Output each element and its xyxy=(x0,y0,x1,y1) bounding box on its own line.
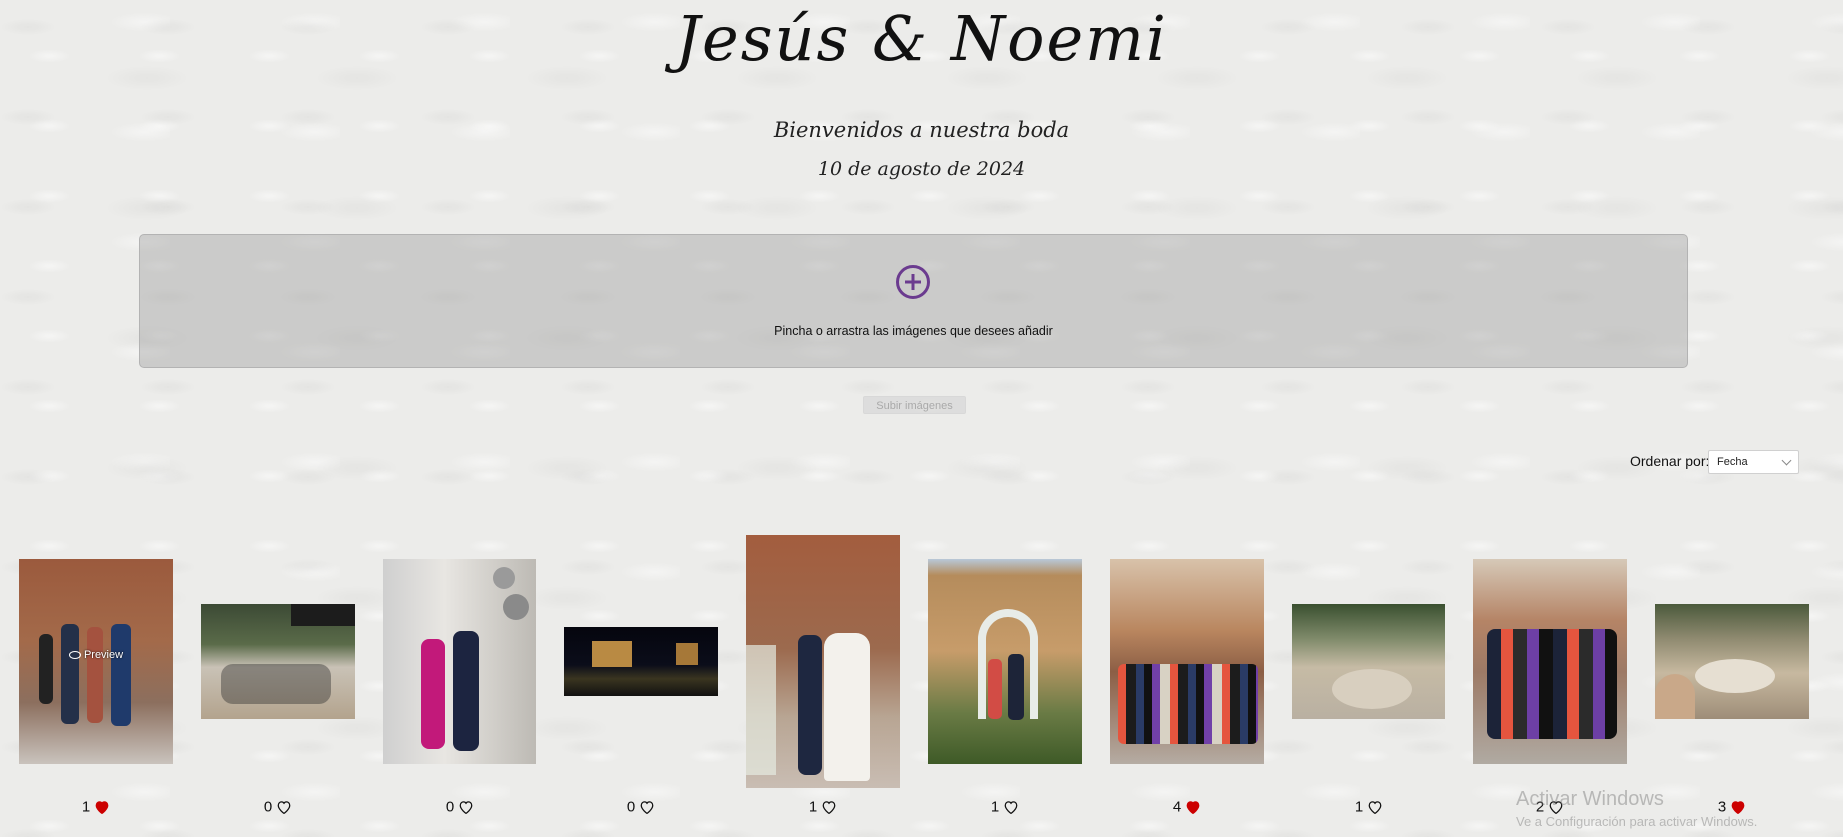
gallery-photo-2[interactable] xyxy=(201,604,355,719)
gallery-photo-7[interactable] xyxy=(1110,559,1264,764)
heart-outline-icon[interactable] xyxy=(458,800,474,815)
gallery-photo-6[interactable] xyxy=(928,559,1082,764)
upload-images-button[interactable]: Subir imágenes xyxy=(863,396,966,414)
gallery-photo-3[interactable] xyxy=(383,559,536,764)
like-count: 1 xyxy=(81,798,91,816)
sort-selected-value: Fecha xyxy=(1717,456,1748,468)
like-count: 1 xyxy=(808,798,818,816)
photo-likes-5: 1 xyxy=(746,798,900,816)
sort-label: Ordenar por: xyxy=(1630,453,1710,469)
add-circle-icon[interactable] xyxy=(896,265,930,299)
gallery-photo-1[interactable]: Preview xyxy=(19,559,173,764)
gallery-photo-10[interactable] xyxy=(1655,604,1809,719)
gallery-photo-9[interactable] xyxy=(1473,559,1627,764)
heart-outline-icon[interactable] xyxy=(821,800,837,815)
welcome-text: Bienvenidos a nuestra boda xyxy=(773,118,1070,142)
couple-title: Jesús & Noemi xyxy=(675,2,1168,75)
photo-likes-2: 0 xyxy=(201,798,355,816)
like-count: 0 xyxy=(445,798,455,816)
photo-likes-10: 3 xyxy=(1655,798,1809,816)
like-count: 4 xyxy=(1172,798,1182,816)
dropzone-instructions: Pincha o arrastra las imágenes que desee… xyxy=(774,324,1053,338)
gallery-photo-8[interactable] xyxy=(1292,604,1445,719)
heart-filled-icon[interactable] xyxy=(1730,800,1746,815)
photo-likes-6: 1 xyxy=(928,798,1082,816)
heart-filled-icon[interactable] xyxy=(1185,800,1201,815)
photo-likes-7: 4 xyxy=(1110,798,1264,816)
heart-filled-icon[interactable] xyxy=(94,800,110,815)
photo-likes-3: 0 xyxy=(383,798,537,816)
photo-likes-8: 1 xyxy=(1292,798,1446,816)
chevron-down-icon xyxy=(1781,455,1792,466)
image-dropzone[interactable]: Pincha o arrastra las imágenes que desee… xyxy=(139,234,1688,368)
windows-activation-hint: Ve a Configuración para activar Windows. xyxy=(1516,814,1758,829)
like-count: 1 xyxy=(990,798,1000,816)
eye-icon xyxy=(68,651,81,660)
heart-outline-icon[interactable] xyxy=(1003,800,1019,815)
sort-select[interactable]: Fecha xyxy=(1708,450,1799,474)
like-count: 0 xyxy=(626,798,636,816)
gallery-photo-4[interactable] xyxy=(564,627,718,696)
photo-likes-4: 0 xyxy=(564,798,718,816)
heart-outline-icon[interactable] xyxy=(1367,800,1383,815)
wedding-date: 10 de agosto de 2024 xyxy=(817,158,1026,180)
like-count: 3 xyxy=(1717,798,1727,816)
gallery-photo-5[interactable] xyxy=(746,535,900,788)
heart-outline-icon[interactable] xyxy=(276,800,292,815)
photo-likes-1: 1 xyxy=(19,798,173,816)
heart-outline-icon[interactable] xyxy=(639,800,655,815)
preview-overlay[interactable]: Preview xyxy=(19,649,173,661)
like-count: 0 xyxy=(263,798,273,816)
windows-activation-title: Activar Windows xyxy=(1516,788,1664,810)
like-count: 1 xyxy=(1354,798,1364,816)
